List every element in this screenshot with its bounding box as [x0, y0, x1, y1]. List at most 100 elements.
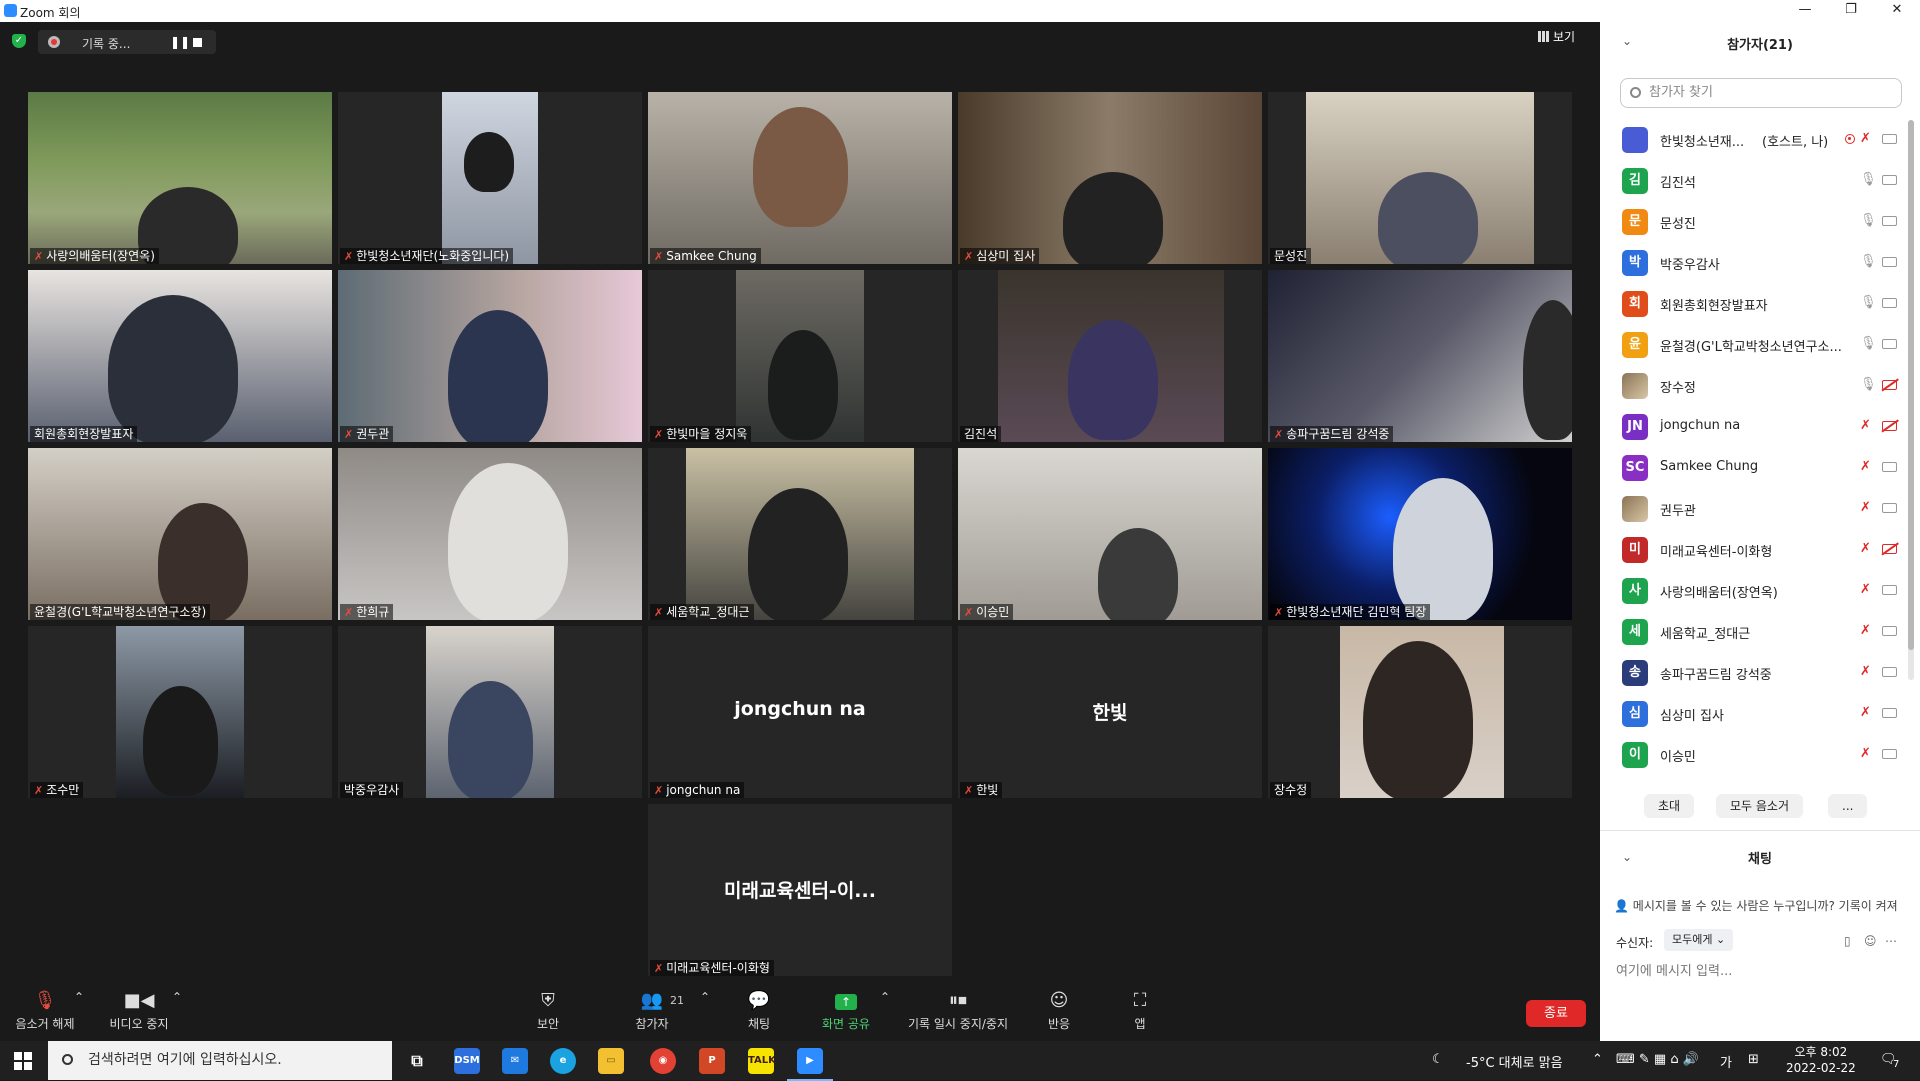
video-tile[interactable]: ✗ Samkee Chung — [648, 92, 952, 264]
tray-icons[interactable]: ⌨ ✎ ▦ ⌂ 🔊 — [1616, 1052, 1699, 1067]
recipient-select[interactable]: 모두에게 ⌄ — [1664, 929, 1734, 951]
video-tile[interactable]: ✗ 송파구꿈드림 강석중 — [1268, 270, 1572, 442]
weather-text[interactable]: -5°C 대체로 맑음 — [1466, 1052, 1563, 1071]
emoji-icon[interactable]: ☺ — [1864, 934, 1877, 948]
chat-visibility-info[interactable]: 👤 메시지를 볼 수 있는 사람은 누구입니까? 기록이 켜져 — [1614, 897, 1914, 914]
mic-muted-icon[interactable]: ✗ — [1860, 582, 1871, 597]
video-camera-icon[interactable] — [1882, 216, 1897, 226]
task-view-icon[interactable]: ⧉ — [404, 1048, 430, 1074]
close-button[interactable]: ✕ — [1874, 0, 1920, 22]
video-tile[interactable]: ✗ 이승민 — [958, 448, 1262, 620]
video-tile-no-video[interactable]: jongchun na ✗ jongchun na — [648, 626, 952, 798]
mic-muted-icon[interactable]: ✗ — [1860, 746, 1871, 761]
encryption-shield-icon[interactable]: ✓ — [12, 34, 26, 48]
video-camera-icon[interactable] — [1882, 175, 1897, 185]
zoom-app-icon[interactable]: ▶ — [787, 1048, 833, 1081]
scrollbar-thumb[interactable] — [1908, 120, 1914, 650]
video-camera-icon[interactable] — [1882, 298, 1897, 308]
apps-button[interactable]: ⛶ 앱 — [1125, 990, 1155, 1032]
chat-button[interactable]: 💬 채팅 — [744, 990, 774, 1032]
file-explorer-icon[interactable]: ▭ — [598, 1048, 624, 1074]
audio-options-chevron-icon[interactable]: ⌃ — [74, 990, 84, 1004]
share-options-chevron-icon[interactable]: ⌃ — [880, 990, 890, 1004]
video-camera-icon[interactable] — [1882, 503, 1897, 513]
video-tile-active-speaker[interactable]: 회원총회현장발표자 — [28, 270, 332, 442]
participants-options-chevron-icon[interactable]: ⌃ — [700, 990, 710, 1004]
participant-row[interactable]: 사 사랑의배움터(장연옥) ✗ — [1620, 571, 1910, 612]
taskbar-search-input[interactable]: 검색하려면 여기에 입력하십시오. — [48, 1041, 392, 1080]
mic-icon[interactable]: 🎙 — [1860, 213, 1877, 228]
video-tile[interactable]: ✗ 권두관 — [338, 270, 642, 442]
share-screen-button[interactable]: ↑ 화면 공유 — [818, 990, 874, 1032]
participant-row[interactable]: 윤 윤철경(G'L학교박청소년연구소... 🎙 — [1620, 325, 1910, 366]
ime-indicator[interactable]: 가 — [1720, 1052, 1732, 1071]
powerpoint-app-icon[interactable]: P — [699, 1048, 725, 1074]
participants-button[interactable]: 👥 참가자 — [630, 990, 674, 1032]
edge-browser-icon[interactable]: e — [550, 1048, 576, 1074]
stop-video-button[interactable]: ■◀ 비디오 중지 — [104, 990, 174, 1032]
video-tile[interactable]: 박중우감사 — [338, 626, 642, 798]
participant-row[interactable]: 회 회원총회현장발표자 🎙 — [1620, 284, 1910, 325]
unmute-button[interactable]: 🎙 음소거 해제 — [10, 990, 80, 1032]
mic-icon[interactable]: 🎙 — [1860, 336, 1877, 351]
participant-row[interactable]: 박 박중우감사 🎙 — [1620, 243, 1910, 284]
mic-icon[interactable]: 🎙 — [1860, 377, 1877, 392]
participant-row[interactable]: 심 심상미 집사 ✗ — [1620, 694, 1910, 735]
video-tile[interactable]: ✗ 세움학교_정대근 — [648, 448, 952, 620]
participant-row[interactable]: 송 송파구꿈드림 강석중 ✗ — [1620, 653, 1910, 694]
mic-muted-icon[interactable]: ✗ — [1860, 131, 1871, 146]
chrome-browser-icon[interactable]: ◉ — [650, 1048, 676, 1074]
mic-muted-icon[interactable]: ✗ — [1860, 459, 1871, 474]
participant-row[interactable]: 미 미래교육센터-이화형 ✗ — [1620, 530, 1910, 571]
mic-icon[interactable]: 🎙 — [1860, 254, 1877, 269]
mic-muted-icon[interactable]: ✗ — [1860, 664, 1871, 679]
reactions-button[interactable]: ☺ 반응 — [1044, 990, 1074, 1032]
more-options-button[interactable]: ... — [1828, 794, 1868, 818]
security-button[interactable]: ⛨ 보안 — [528, 990, 568, 1032]
mic-muted-icon[interactable]: ✗ — [1860, 500, 1871, 515]
video-camera-icon[interactable] — [1882, 257, 1897, 267]
tray-chevron-icon[interactable]: ⌃ — [1592, 1052, 1603, 1067]
participant-row[interactable]: 한빛청소년재... (호스트, 나) ✗ — [1620, 120, 1910, 161]
video-tile[interactable]: ✗ 한희규 — [338, 448, 642, 620]
video-camera-icon[interactable] — [1882, 462, 1897, 472]
video-options-chevron-icon[interactable]: ⌃ — [172, 990, 182, 1004]
video-tile[interactable]: 장수정 — [1268, 626, 1572, 798]
video-tile[interactable]: ✗ 한빛청소년재단 김민혁 팀장 — [1268, 448, 1572, 620]
invite-button[interactable]: 초대 — [1644, 794, 1695, 818]
dsm-app-icon[interactable]: DSM — [454, 1048, 480, 1074]
participant-search-input[interactable]: 참가자 찾기 — [1620, 78, 1902, 108]
video-off-icon[interactable] — [1882, 421, 1897, 431]
mic-icon[interactable]: 🎙 — [1860, 295, 1877, 310]
video-off-icon[interactable] — [1882, 544, 1897, 554]
video-tile[interactable]: 윤철경(G'L학교박청소년연구소장) — [28, 448, 332, 620]
video-camera-icon[interactable] — [1882, 339, 1897, 349]
mic-icon[interactable]: 🎙 — [1860, 172, 1877, 187]
video-tile[interactable]: ✗ 사랑의배움터(장연옥) — [28, 92, 332, 264]
participant-row[interactable]: 이 이승민 ✗ — [1620, 735, 1910, 776]
video-camera-icon[interactable] — [1882, 749, 1897, 759]
windows-start-icon[interactable] — [14, 1052, 32, 1070]
chat-message-input[interactable]: 여기에 메시지 입력... — [1616, 960, 1732, 979]
video-camera-icon[interactable] — [1882, 626, 1897, 636]
end-meeting-button[interactable]: 종료 — [1526, 1000, 1586, 1027]
clock[interactable]: 오후 8:02 2022-02-22 — [1786, 1044, 1856, 1076]
view-button[interactable]: 보기 — [1538, 28, 1575, 45]
video-tile[interactable]: 문성진 — [1268, 92, 1572, 264]
more-chat-options-icon[interactable]: ⋯ — [1885, 934, 1897, 948]
video-tile[interactable]: ✗ 조수만 — [28, 626, 332, 798]
participant-row[interactable]: 장수정 🎙 — [1620, 366, 1910, 407]
participant-row[interactable]: 문 문성진 🎙 — [1620, 202, 1910, 243]
participant-list-scrollbar[interactable] — [1908, 120, 1914, 680]
participant-row[interactable]: 세 세움학교_정대근 ✗ — [1620, 612, 1910, 653]
mic-muted-icon[interactable]: ✗ — [1860, 705, 1871, 720]
mail-app-icon[interactable]: ✉ — [502, 1048, 528, 1074]
mic-muted-icon[interactable]: ✗ — [1860, 623, 1871, 638]
video-camera-icon[interactable] — [1882, 667, 1897, 677]
pause-stop-recording-button[interactable]: ⏸⏹ 기록 일시 중지/중지 — [902, 990, 1014, 1032]
participant-row[interactable]: 김 김진석 🎙 — [1620, 161, 1910, 202]
mic-muted-icon[interactable]: ✗ — [1860, 418, 1871, 433]
video-tile[interactable]: ✗ 심상미 집사 — [958, 92, 1262, 264]
participant-row[interactable]: SC Samkee Chung ✗ — [1620, 448, 1910, 489]
video-tile[interactable]: ✗ 한빛청소년재단(노화중입니다) — [338, 92, 642, 264]
